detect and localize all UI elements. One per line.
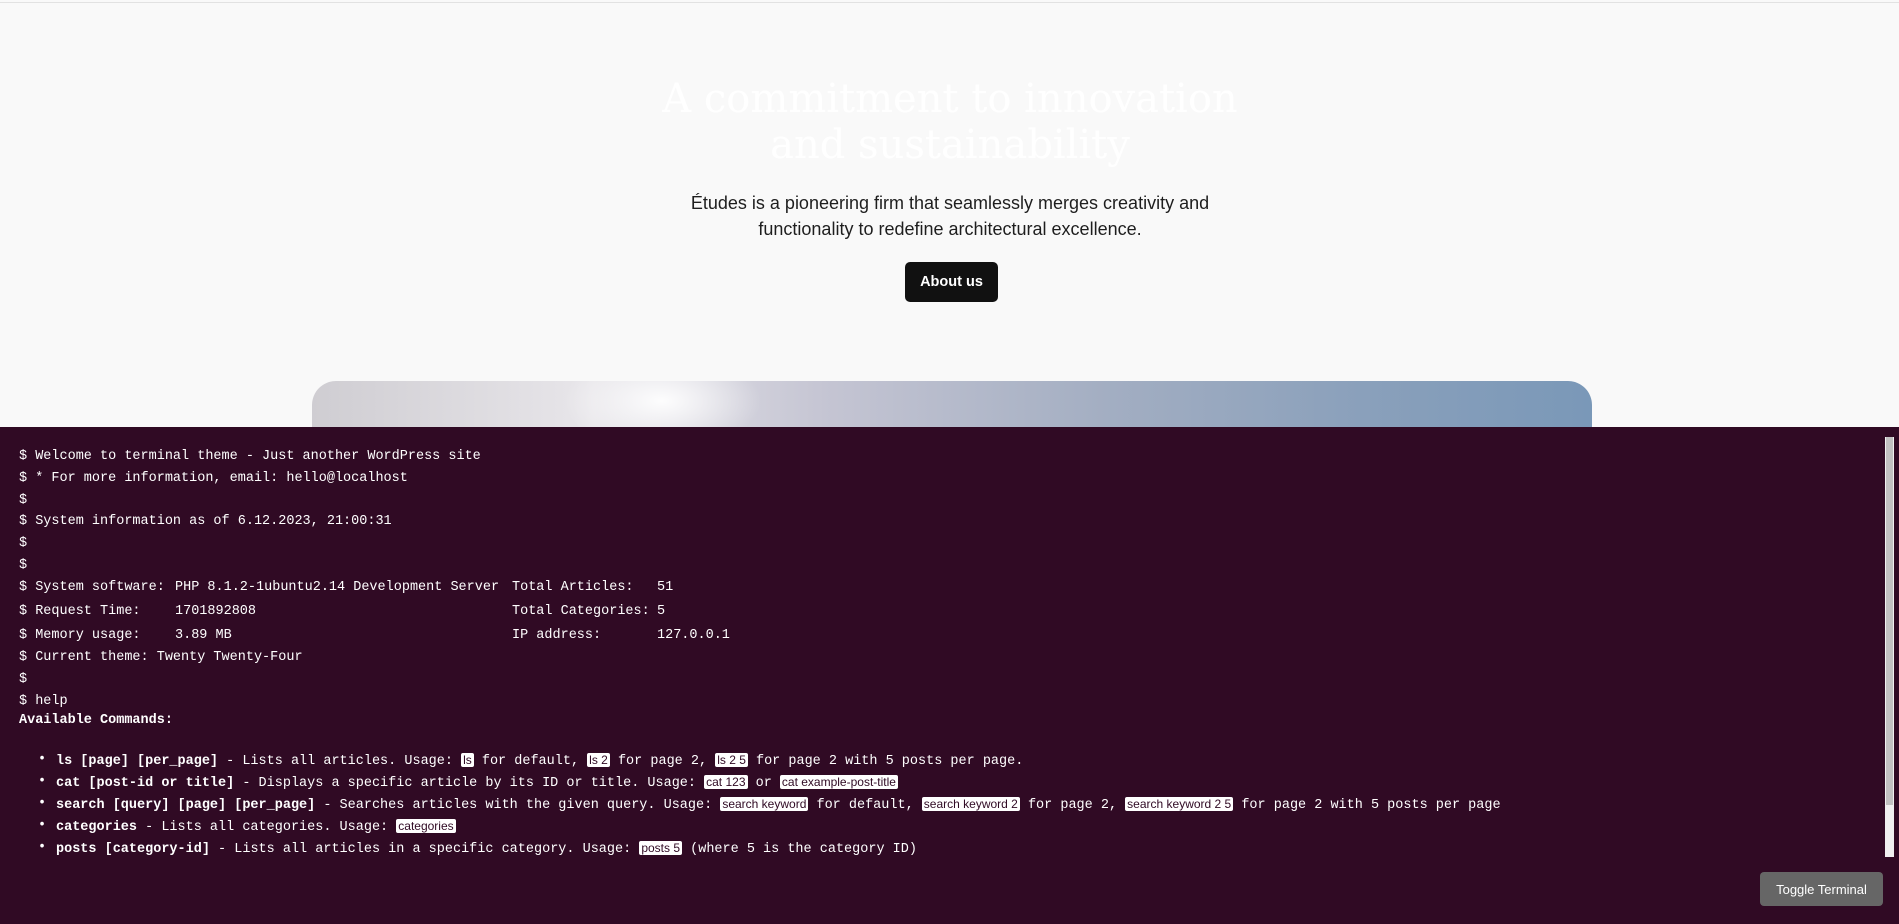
command-item-posts: • posts [category-id] - Lists all article… — [38, 837, 1501, 859]
command-text: for default, — [808, 798, 922, 813]
command-text: - Lists all articles in a specific categ… — [209, 842, 640, 857]
command-text: - Displays a specific article by its ID … — [234, 776, 705, 791]
command-name: cat [post-id or title] — [56, 776, 235, 791]
code-snippet: search keyword — [720, 797, 809, 811]
hero-description-line2: functionality to redefine architectural … — [758, 219, 1142, 239]
memory-usage-value: 3.89 MB — [175, 628, 232, 643]
code-snippet: search keyword 2 5 — [1125, 797, 1234, 811]
terminal-blank-line: $ — [19, 558, 28, 573]
command-text: for page 2, — [609, 754, 716, 769]
commands-list: • ls [page] [per_page] - Lists all articl… — [38, 749, 1501, 859]
ip-address-label: IP address: — [512, 628, 602, 643]
command-text: - Lists all categories. Usage: — [137, 820, 397, 835]
code-snippet: categories — [396, 819, 456, 833]
available-commands-title: Available Commands: — [19, 713, 173, 728]
command-item-categories: • categories - Lists all categories. Usag… — [38, 815, 1501, 837]
hero-description-line1: Études is a pioneering firm that seamles… — [690, 193, 1210, 213]
hero-description: Études is a pioneering firm that seamles… — [650, 190, 1250, 242]
toggle-terminal-button[interactable]: Toggle Terminal — [1760, 872, 1883, 906]
total-articles-label: Total Articles: — [512, 580, 634, 595]
command-text: for default, — [473, 754, 588, 769]
bullet-icon: • — [38, 840, 47, 855]
bullet-icon: • — [38, 818, 47, 833]
command-item-search: • search [query] [page] [per_page] - Sear… — [38, 793, 1501, 815]
terminal-sysinfo-line: $ System information as of 6.12.2023, 21… — [19, 514, 392, 529]
header-divider — [0, 2, 1899, 3]
ip-address-value: 127.0.0.1 — [657, 628, 730, 643]
about-us-button[interactable]: About us — [905, 262, 998, 302]
code-snippet: ls 2 5 — [715, 753, 748, 767]
terminal-scrollbar-thumb[interactable] — [1886, 437, 1893, 805]
command-text: for page 2, — [1019, 798, 1126, 813]
command-text: - Searches articles with the given query… — [315, 798, 721, 813]
command-text: - Lists all articles. Usage: — [218, 754, 462, 769]
command-name: ls [page] [per_page] — [56, 754, 219, 769]
hero-title-line2: and sustainability — [770, 122, 1130, 168]
command-item-cat: • cat [post-id or title] - Displays a spe… — [38, 771, 1501, 793]
terminal-blank-line: $ — [19, 672, 28, 687]
command-text: for page 2 with 5 posts per page. — [747, 754, 1024, 769]
hero-title: A commitment to innovation and sustainab… — [600, 76, 1300, 168]
command-name: posts [category-id] — [56, 842, 210, 857]
command-item-ls: • ls [page] [per_page] - Lists all articl… — [38, 749, 1501, 771]
terminal-scrollbar[interactable] — [1885, 437, 1894, 857]
terminal-welcome-line: $ Welcome to terminal theme - Just anoth… — [19, 449, 481, 464]
request-time-label: $ Request Time: — [19, 604, 141, 619]
code-snippet: cat example-post-title — [779, 775, 898, 789]
code-snippet: ls 2 — [587, 753, 610, 767]
terminal-blank-line: $ — [19, 493, 28, 508]
code-snippet: ls — [461, 753, 474, 767]
command-text: for page 2 with 5 posts per page — [1233, 798, 1501, 813]
request-time-value: 1701892808 — [175, 604, 257, 619]
help-command-line: $ help — [19, 694, 68, 709]
memory-usage-label: $ Memory usage: — [19, 628, 141, 643]
command-text: (where 5 is the category ID) — [682, 842, 917, 857]
system-software-label: $ System software: — [19, 580, 165, 595]
system-software-value: PHP 8.1.2-1ubuntu2.14 Development Server — [175, 580, 500, 595]
code-snippet: search keyword 2 — [921, 797, 1020, 811]
terminal-blank-line: $ — [19, 536, 28, 551]
bullet-icon: • — [38, 774, 47, 789]
total-categories-label: Total Categories: — [512, 604, 650, 619]
command-text: or — [747, 776, 780, 791]
total-articles-value: 51 — [657, 580, 674, 595]
command-name: categories — [56, 820, 138, 835]
code-snippet: posts 5 — [639, 841, 683, 855]
code-snippet: cat 123 — [704, 775, 748, 789]
hero-title-line1: A commitment to innovation — [662, 76, 1238, 122]
terminal-panel[interactable]: $ Welcome to terminal theme - Just anoth… — [0, 427, 1899, 924]
bullet-icon: • — [38, 752, 47, 767]
current-theme-line: $ Current theme: Twenty Twenty-Four — [19, 650, 303, 665]
command-name: search [query] [page] [per_page] — [56, 798, 316, 813]
terminal-info-line: $ * For more information, email: hello@l… — [19, 471, 408, 486]
total-categories-value: 5 — [657, 604, 666, 619]
bullet-icon: • — [38, 796, 47, 811]
